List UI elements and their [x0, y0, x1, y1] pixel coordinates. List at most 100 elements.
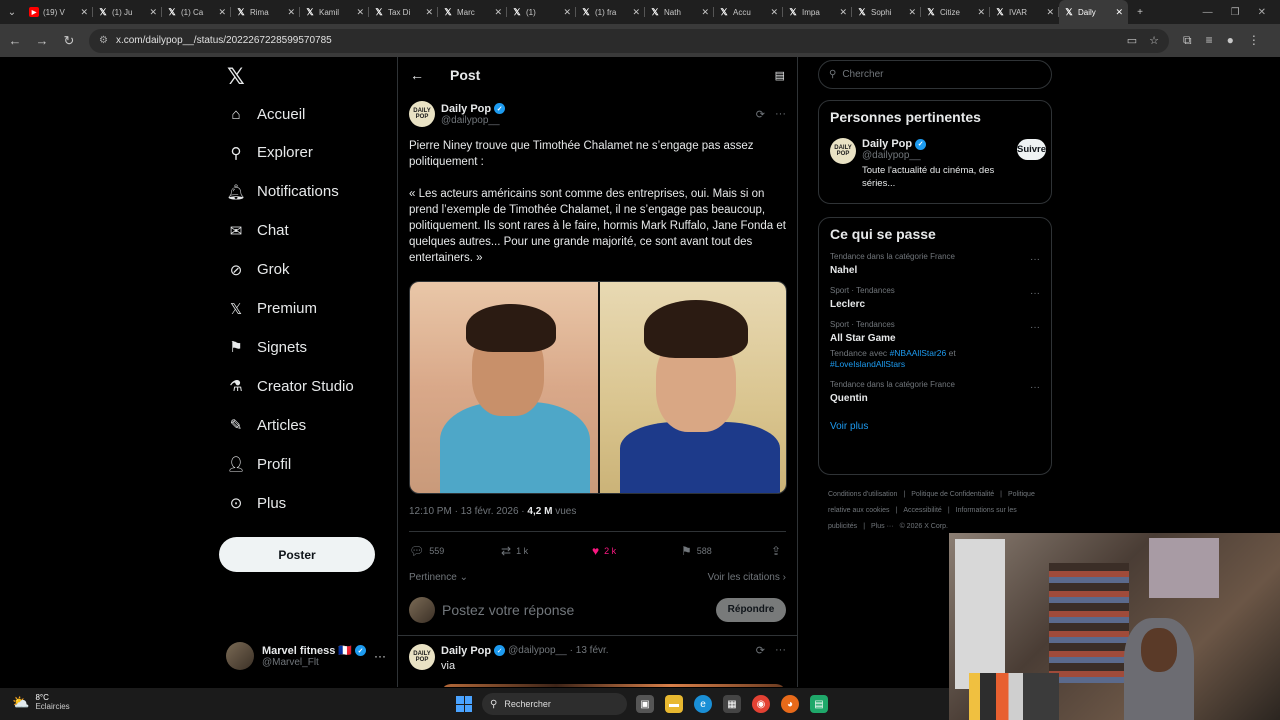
account-switcher[interactable]: Marvel fitness 🇫🇷 ✓ @Marvel_Flt ···: [226, 642, 386, 670]
address-bar[interactable]: ⚙ x.com/dailypop__/status/20222672285995…: [89, 28, 1169, 53]
store-icon[interactable]: ▦: [723, 695, 741, 713]
tweet-media[interactable]: [441, 684, 786, 687]
nav-item-signets[interactable]: ⚑ Signets: [227, 332, 307, 362]
like-stat[interactable]: ♥ 2 k: [592, 544, 681, 558]
close-tab-icon[interactable]: ✕: [80, 7, 88, 18]
nav-item-chat[interactable]: ✉ Chat: [227, 216, 289, 246]
nav-item-creator-studio[interactable]: ⚗ Creator Studio: [227, 371, 353, 401]
trend-item[interactable]: Sport · Tendances All Star Game Tendance a…: [830, 320, 1040, 370]
see-more-link[interactable]: Voir plus: [830, 421, 1040, 432]
nav-item-grok[interactable]: ⊘ Grok: [227, 255, 290, 285]
extensions-icon[interactable]: ⧉: [1183, 33, 1192, 48]
trend-item[interactable]: Tendance dans la catégorie France Nahel ··…: [830, 252, 1040, 276]
close-tab-icon[interactable]: ✕: [908, 7, 916, 18]
tab-search-chevron-icon[interactable]: ⌄: [0, 0, 24, 24]
daily-pop-avatar[interactable]: DAILY POP: [830, 138, 856, 164]
trend-item[interactable]: Sport · Tendances Leclerc ···: [830, 286, 1040, 310]
browser-tab[interactable]: 𝕏 Marc ✕: [438, 0, 507, 24]
browser-tab[interactable]: 𝕏 Nath ✕: [645, 0, 714, 24]
person-name[interactable]: Daily Pop: [862, 138, 912, 150]
more-horizontal-icon[interactable]: ···: [775, 108, 786, 121]
browser-tab[interactable]: 𝕏 IVAR ✕: [990, 0, 1059, 24]
repost-stat[interactable]: ⇄ 1 k: [501, 544, 592, 558]
reply-stat[interactable]: 💬︎ 559: [409, 544, 501, 558]
close-tab-icon[interactable]: ✕: [977, 7, 985, 18]
close-tab-icon[interactable]: ✕: [287, 7, 295, 18]
nav-item-notifications[interactable]: 🔔︎ Notifications: [226, 177, 338, 207]
footer-link[interactable]: Conditions d'utilisation: [828, 491, 897, 498]
follow-button[interactable]: Suivre: [1017, 139, 1047, 160]
hashtag-link[interactable]: #NBAAllStar26: [890, 348, 947, 358]
close-tab-icon[interactable]: ✕: [218, 7, 226, 18]
task-view-icon[interactable]: ▣: [636, 695, 654, 713]
close-tab-icon[interactable]: ✕: [701, 7, 709, 18]
chrome-icon[interactable]: ◉: [752, 695, 770, 713]
more-horizontal-icon[interactable]: ···: [1030, 382, 1040, 393]
media-controls-icon[interactable]: ≡: [1206, 33, 1213, 48]
share-stat[interactable]: ⇪: [771, 544, 781, 558]
close-tab-icon[interactable]: ✕: [356, 7, 364, 18]
x-logo-icon[interactable]: 𝕏: [227, 65, 245, 90]
browser-tab[interactable]: 𝕏 Tax Di ✕: [369, 0, 438, 24]
author-handle[interactable]: @dailypop__: [441, 115, 505, 126]
back-arrow-icon[interactable]: ←: [410, 67, 424, 83]
install-app-icon[interactable]: ▭: [1127, 34, 1137, 47]
firefox-icon[interactable]: ◕: [781, 695, 799, 713]
footer-link[interactable]: Accessibilité: [903, 507, 942, 514]
nav-item-articles[interactable]: ✎ Articles: [227, 410, 306, 440]
close-tab-icon[interactable]: ✕: [494, 7, 502, 18]
forward-icon[interactable]: →: [30, 29, 54, 53]
browser-tab[interactable]: 𝕏 Daily ✕: [1059, 0, 1128, 24]
new-tab-button[interactable]: +: [1128, 0, 1152, 24]
bookmark-star-icon[interactable]: ☆: [1149, 34, 1159, 47]
app-icon[interactable]: ▤: [810, 695, 828, 713]
close-tab-icon[interactable]: ✕: [1046, 7, 1054, 18]
post-timestamp[interactable]: 12:10 PM · 13 févr. 2026 ·: [409, 506, 525, 517]
post-button[interactable]: Poster: [219, 537, 375, 572]
browser-tab[interactable]: 𝕏 Accu ✕: [714, 0, 783, 24]
browser-tab[interactable]: 𝕏 (1) Ju ✕: [93, 0, 162, 24]
daily-pop-avatar[interactable]: DAILY POP: [409, 101, 435, 127]
person-item[interactable]: DAILY POP Daily Pop ✓ @dailypop__ Toute l…: [830, 138, 1047, 190]
tweet-date[interactable]: · 13 févr.: [570, 645, 609, 656]
close-tab-icon[interactable]: ✕: [563, 7, 571, 18]
footer-link[interactable]: Politique de Confidentialité: [911, 491, 994, 498]
close-window-icon[interactable]: ✕: [1258, 7, 1266, 18]
more-horizontal-icon[interactable]: ···: [1030, 322, 1040, 333]
hashtag-link[interactable]: #LoveIslandAllStars: [830, 359, 905, 369]
nav-item-premium[interactable]: 𝕏 Premium: [227, 294, 317, 324]
author-name[interactable]: Daily Pop: [441, 103, 491, 115]
search-input[interactable]: [842, 69, 1023, 80]
back-icon[interactable]: ←: [3, 29, 27, 53]
nav-item-profil[interactable]: 👤︎ Profil: [226, 449, 291, 479]
grok-icon[interactable]: ⟳: [756, 108, 765, 121]
grok-icon[interactable]: ⟳: [756, 644, 765, 657]
weather-widget[interactable]: ⛅ 8°C Eclaircies: [12, 693, 70, 711]
start-button[interactable]: [456, 696, 472, 712]
close-tab-icon[interactable]: ✕: [839, 7, 847, 18]
browser-tab[interactable]: 𝕏 (1) Ca ✕: [162, 0, 231, 24]
close-tab-icon[interactable]: ✕: [632, 7, 640, 18]
menu-icon[interactable]: ⋮: [1248, 33, 1260, 48]
browser-tab[interactable]: 𝕏 Sophi ✕: [852, 0, 921, 24]
browser-tab[interactable]: 𝕏 Citize ✕: [921, 0, 990, 24]
minimize-icon[interactable]: —: [1203, 7, 1213, 18]
nav-item-explorer[interactable]: ⚲ Explorer: [227, 138, 313, 168]
search-box[interactable]: ⚲: [818, 60, 1052, 89]
footer-link[interactable]: © 2026 X Corp.: [900, 523, 948, 530]
reader-mode-icon[interactable]: ▤: [775, 69, 785, 82]
post-image[interactable]: [409, 281, 787, 494]
reply-button[interactable]: Répondre: [716, 597, 786, 622]
reload-icon[interactable]: ↻: [57, 29, 81, 53]
sort-dropdown[interactable]: Pertinence ⌄: [409, 572, 468, 583]
more-horizontal-icon[interactable]: ···: [1030, 288, 1040, 299]
file-explorer-icon[interactable]: ▬: [665, 695, 683, 713]
reply-input[interactable]: Postez votre réponse: [442, 602, 574, 618]
quotes-link[interactable]: Voir les citations ›: [708, 572, 786, 583]
more-horizontal-icon[interactable]: ···: [1030, 254, 1040, 265]
close-tab-icon[interactable]: ✕: [425, 7, 433, 18]
author-handle[interactable]: @dailypop__: [508, 645, 567, 656]
nav-item-accueil[interactable]: ⌂ Accueil: [227, 99, 305, 129]
nav-item-plus[interactable]: ⊙ Plus: [227, 488, 286, 518]
site-info-icon[interactable]: ⚙: [99, 35, 108, 46]
